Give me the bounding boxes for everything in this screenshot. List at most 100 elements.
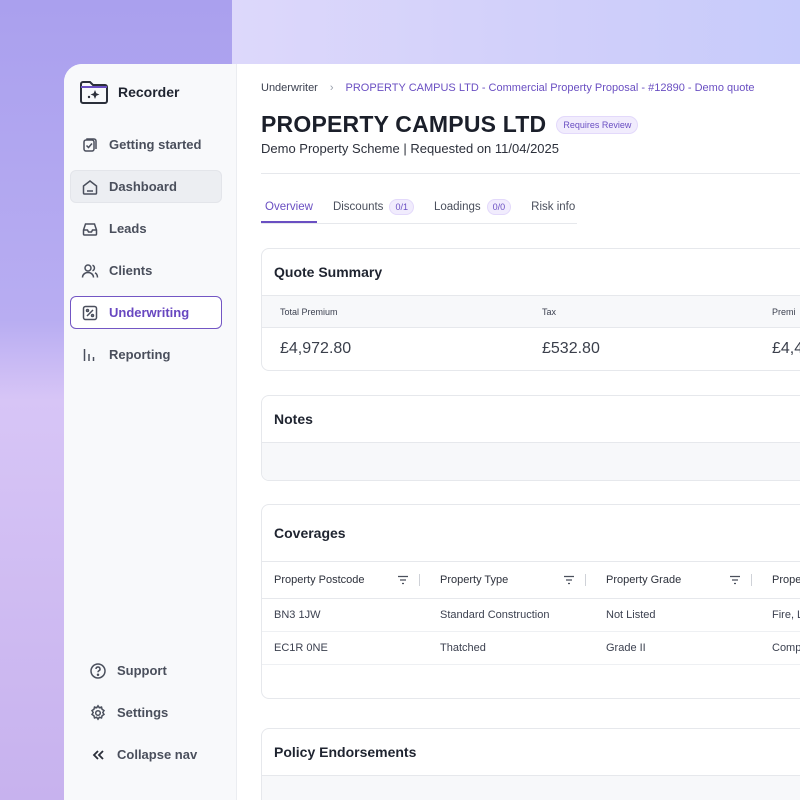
notes-card: Notes (261, 395, 800, 481)
column-header-postcode[interactable]: Property Postcode (262, 562, 428, 598)
recorder-logo-icon (80, 81, 108, 104)
tab-overview[interactable]: Overview (261, 192, 317, 223)
premium-value: £4,4 (772, 340, 800, 357)
summary-header-row: Total Premium Tax Premi (262, 295, 800, 328)
header-divider (261, 173, 800, 174)
breadcrumb-root-link[interactable]: Underwriter (261, 82, 318, 94)
sidebar-item-label: Getting started (109, 137, 202, 152)
endorsements-body (262, 775, 800, 800)
tab-label: Risk info (531, 200, 576, 213)
card-title: Coverages (274, 525, 346, 541)
inbox-icon (82, 222, 98, 236)
column-header-perils[interactable]: Prope (760, 562, 800, 598)
summary-header: Tax (542, 306, 557, 317)
chevron-right-icon: › (329, 82, 334, 94)
filter-icon[interactable] (729, 575, 741, 585)
table-cell: Comp (772, 642, 800, 654)
home-icon (82, 179, 98, 195)
policy-endorsements-card: Policy Endorsements (261, 728, 800, 800)
sidebar-item-label: Reporting (109, 347, 171, 362)
brand[interactable]: Recorder (78, 78, 179, 106)
tab-label: Loadings (433, 200, 481, 213)
page-title: PROPERTY CAMPUS LTD (261, 111, 547, 137)
breadcrumb-current: PROPERTY CAMPUS LTD - Commercial Propert… (345, 82, 755, 94)
bar-chart-icon (83, 348, 95, 361)
tab-discounts[interactable]: Discounts 0/1 (329, 192, 418, 223)
table-footer (262, 665, 800, 698)
card-title: Policy Endorsements (274, 744, 417, 760)
column-divider (419, 574, 420, 586)
sidebar-item-label: Collapse nav (117, 747, 198, 762)
card-title: Quote Summary (274, 264, 383, 280)
sidebar-item-dashboard[interactable]: Dashboard (70, 170, 222, 203)
column-label: Property Postcode (274, 574, 365, 586)
double-chevron-left-icon (92, 749, 104, 760)
tab-count-badge: 0/1 (389, 198, 414, 215)
breadcrumb: Underwriter › PROPERTY CAMPUS LTD - Comm… (261, 82, 755, 94)
help-icon (90, 662, 106, 679)
filter-icon[interactable] (563, 575, 575, 585)
background-top (232, 0, 800, 64)
collapse-nav-button[interactable]: Collapse nav (78, 738, 228, 771)
sidebar-item-settings[interactable]: Settings (78, 696, 228, 729)
table-cell: Not Listed (606, 609, 656, 621)
tab-bar: Overview Discounts 0/1 Loadings 0/0 Risk… (261, 192, 591, 223)
tab-count-badge: 0/0 (486, 198, 512, 215)
tab-label: Overview (265, 200, 313, 213)
card-title: Notes (274, 411, 313, 427)
sidebar-item-getting-started[interactable]: Getting started (70, 128, 222, 161)
summary-header: Premi (772, 306, 796, 317)
table-row[interactable]: BN3 1JW Standard Construction Not Listed… (262, 599, 800, 632)
summary-value-row: £4,972.80 £532.80 £4,4 (262, 328, 800, 370)
table-cell: Standard Construction (440, 609, 550, 621)
quote-summary-card: Quote Summary Total Premium Tax Premi £4… (261, 248, 800, 371)
column-header-type[interactable]: Property Type (428, 562, 594, 598)
column-label: Prope (772, 574, 800, 586)
sidebar-item-leads[interactable]: Leads (70, 212, 222, 245)
notes-body[interactable] (262, 442, 800, 480)
checklist-icon (83, 137, 97, 152)
sidebar-item-label: Leads (109, 221, 147, 236)
users-icon (81, 263, 99, 278)
table-cell: Grade II (606, 642, 646, 654)
sidebar-item-underwriting[interactable]: Underwriting (70, 296, 222, 329)
table-cell: BN3 1JW (274, 609, 321, 621)
status-badge: Requires Review (556, 115, 639, 134)
gear-icon (90, 703, 106, 721)
sidebar-item-label: Dashboard (109, 179, 177, 194)
page-subtitle: Demo Property Scheme | Requested on 11/0… (261, 141, 559, 156)
tab-risk-info[interactable]: Risk info (527, 192, 579, 223)
sidebar-item-label: Support (117, 663, 167, 678)
app-name: Recorder (118, 84, 180, 100)
sidebar-item-support[interactable]: Support (78, 654, 228, 687)
coverages-card: Coverages Property Postcode Property Typ… (261, 504, 800, 699)
tabs-divider (261, 223, 577, 224)
primary-nav: Getting started Dashboard Leads Clients … (70, 128, 222, 380)
table-cell: EC1R 0NE (274, 642, 328, 654)
tab-label: Discounts (332, 200, 384, 213)
table-row[interactable]: EC1R 0NE Thatched Grade II Comp (262, 632, 800, 665)
secondary-nav: Support Settings Collapse nav (78, 654, 228, 780)
column-header-grade[interactable]: Property Grade (594, 562, 760, 598)
table-cell: Thatched (440, 642, 486, 654)
title-row: PROPERTY CAMPUS LTD Requires Review (261, 111, 639, 138)
table-header: Property Postcode Property Type Property… (262, 561, 800, 599)
tab-loadings[interactable]: Loadings 0/0 (430, 192, 515, 223)
sidebar-item-clients[interactable]: Clients (70, 254, 222, 287)
total-premium-value: £4,972.80 (280, 340, 352, 357)
sidebar-item-label: Settings (117, 705, 169, 720)
column-label: Property Type (440, 574, 509, 586)
main-content: Underwriter › PROPERTY CAMPUS LTD - Comm… (237, 64, 800, 800)
sidebar: Recorder Getting started Dashboard Leads… (64, 64, 237, 800)
sidebar-item-label: Clients (109, 263, 153, 278)
summary-header: Total Premium (280, 306, 338, 317)
column-divider (585, 574, 586, 586)
filter-icon[interactable] (397, 575, 409, 585)
app-window: Recorder Getting started Dashboard Leads… (64, 64, 800, 800)
tax-value: £532.80 (542, 340, 600, 357)
sidebar-item-reporting[interactable]: Reporting (70, 338, 222, 371)
table-cell: Fire, L (772, 609, 800, 621)
column-divider (751, 574, 752, 586)
column-label: Property Grade (606, 574, 682, 586)
sidebar-item-label: Underwriting (109, 305, 190, 320)
